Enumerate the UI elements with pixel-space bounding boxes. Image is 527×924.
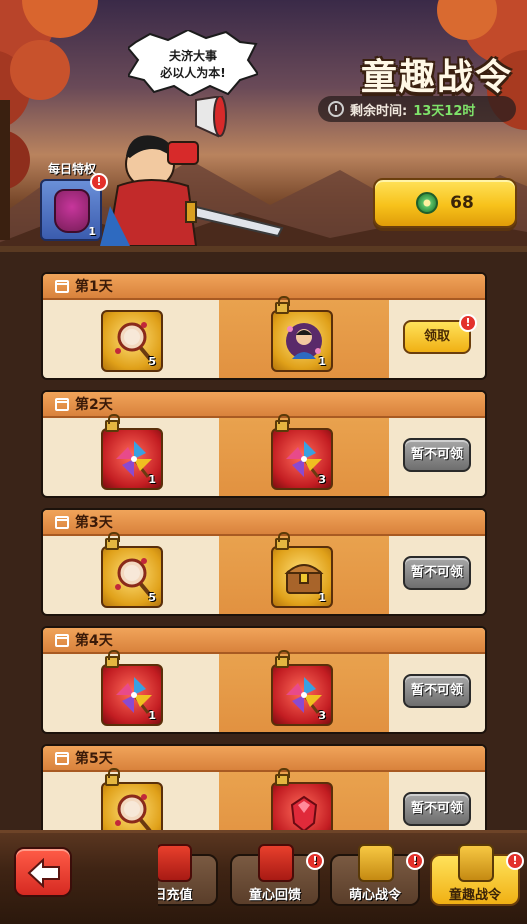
day-label: 第2天 (75, 397, 113, 413)
item-count: 5 (148, 355, 156, 368)
reward-card-body: 5 1 暂不可领 (43, 532, 485, 614)
speech-line-1: 夫济大事 (168, 49, 217, 63)
claim-button[interactable]: 领取! (403, 314, 477, 354)
tab-3[interactable]: 萌心战令! (330, 844, 424, 906)
lock-icon (275, 650, 290, 668)
tab-1[interactable]: 日充值 (158, 844, 218, 906)
free-reward-item[interactable] (101, 768, 163, 832)
timer-value: 13天12时 (413, 103, 476, 119)
daily-privilege-count: 1 (88, 225, 96, 238)
item-count: 5 (148, 591, 156, 604)
back-arrow-icon (27, 858, 60, 888)
item-count: 1 (148, 473, 156, 486)
reward-card-body: 1 3 暂不可领 (43, 414, 485, 496)
reward-card-body: 5 1 领取! (43, 296, 485, 378)
lock-icon (105, 532, 120, 550)
day-label: 第4天 (75, 633, 113, 649)
free-reward-item[interactable]: 1 (101, 414, 163, 490)
lock-icon (105, 768, 120, 786)
lock-icon (275, 532, 290, 550)
speech-line-2: 必以人为本! (160, 66, 226, 80)
tab-label: 童心回馈 (248, 888, 301, 903)
header-banner: 夫济大事 必以人为本! 童趣战令 剩余时间: 13天12时 每日特权 1 ! 6… (0, 0, 527, 250)
lock-icon (105, 650, 120, 668)
calendar-icon (55, 279, 69, 293)
lock-icon (105, 414, 120, 432)
unavailable-button[interactable]: 暂不可领 (403, 556, 471, 590)
currency-value: 68 (450, 193, 474, 213)
notification-badge: ! (306, 852, 324, 870)
premium-reward-item[interactable]: 3 (271, 650, 333, 726)
tab-4[interactable]: 童趣战令! (430, 844, 524, 906)
notification-badge: ! (90, 173, 108, 191)
lock-icon (275, 768, 290, 786)
item-count: 3 (318, 709, 326, 722)
daily-privilege-icon-frame: 1 ! (40, 173, 108, 241)
gift-box-icon (158, 844, 192, 882)
item-count: 1 (318, 591, 326, 604)
premium-reward-item[interactable]: 1 (271, 532, 333, 608)
timer-label: 剩余时间: (350, 103, 408, 119)
calendar-icon (55, 515, 69, 529)
battle-pass-icon (458, 844, 494, 882)
jade-coin-icon (416, 192, 439, 214)
unavailable-button[interactable]: 暂不可领 (403, 438, 471, 472)
clock-icon (328, 101, 344, 117)
reward-card: 第4天 1 3 暂不可领 (41, 626, 487, 734)
free-reward-item[interactable]: 5 (101, 532, 163, 608)
calendar-icon (55, 633, 69, 647)
currency-button[interactable]: 68 (373, 178, 517, 228)
reward-card: 第5天暂不可领 (41, 744, 487, 832)
reward-card: 第3天 5 1 暂不可领 (41, 508, 487, 616)
premium-reward-item[interactable] (271, 768, 333, 832)
unavailable-button[interactable]: 暂不可领 (403, 792, 471, 826)
premium-reward-item[interactable]: 1 (271, 296, 333, 372)
tab-label: 日充值 (158, 888, 193, 903)
remaining-time-bar: 剩余时间: 13天12时 (318, 96, 516, 122)
lock-icon (275, 296, 290, 314)
premium-reward-item[interactable]: 3 (271, 414, 333, 490)
unavailable-button[interactable]: 暂不可领 (403, 674, 471, 708)
item-count: 1 (148, 709, 156, 722)
gift-box-icon (258, 844, 294, 882)
reward-card: 第2天 1 3 暂不可领 (41, 390, 487, 498)
tab-label: 童趣战令 (448, 888, 501, 903)
item-count: 3 (318, 473, 326, 486)
free-reward-item[interactable]: 1 (101, 650, 163, 726)
reward-card-header: 第1天 (43, 274, 485, 300)
back-button[interactable] (14, 847, 72, 897)
day-label: 第1天 (75, 279, 113, 295)
lock-icon (275, 414, 290, 432)
free-reward-item[interactable]: 5 (101, 310, 163, 372)
reward-list[interactable]: 第1天 5 1 领取! 第2天 1 3 暂不可领 第3天 5 1 暂不可领 第4天 1 3 暂不可领 第5天 暂不… (0, 252, 527, 832)
day-label: 第3天 (75, 515, 113, 531)
gift-bag-icon (54, 189, 90, 233)
page-title: 童趣战令 (360, 57, 513, 98)
item-count: 1 (318, 355, 326, 368)
daily-privilege-button[interactable]: 每日特权 1 ! (38, 160, 108, 244)
tab-label: 萌心战令 (348, 888, 401, 903)
calendar-icon (55, 751, 69, 765)
reward-card: 第1天 5 1 领取! (41, 272, 487, 380)
notification-badge: ! (459, 314, 477, 332)
notification-badge: ! (406, 852, 424, 870)
notification-badge: ! (506, 852, 524, 870)
day-label: 第5天 (75, 751, 113, 767)
hero-with-megaphone-illustration (100, 96, 284, 246)
tab-2[interactable]: 童心回馈! (230, 844, 324, 906)
bottom-tabs: 日充值 童心回馈! 萌心战令! 童趣战令! (158, 842, 527, 924)
calendar-icon (55, 397, 69, 411)
speech-text: 夫济大事 必以人为本! (150, 48, 236, 82)
reward-card-body: 暂不可领 (43, 768, 485, 832)
battle-pass-screen: 夫济大事 必以人为本! 童趣战令 剩余时间: 13天12时 每日特权 1 ! 6… (0, 0, 527, 924)
battle-pass-icon (358, 844, 394, 882)
reward-card-body: 1 3 暂不可领 (43, 650, 485, 732)
